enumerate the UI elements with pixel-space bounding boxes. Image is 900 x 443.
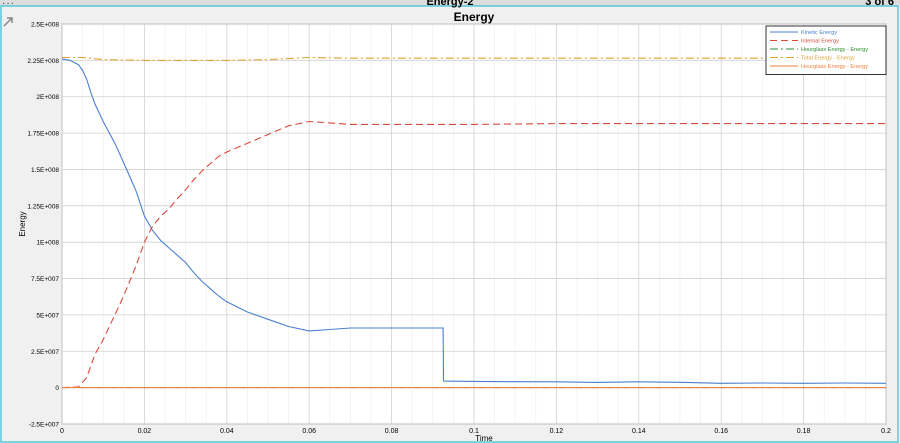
y-tick-label: 1E+008: [36, 240, 59, 247]
energy-chart: Energy0 0.02 0.04 0.06 0.08 0.1 0.12 0.14 0.16 0.…: [0, 5, 900, 443]
chart-title: Energy: [454, 10, 495, 24]
plot-window: Energy 0 0.02 0.04 0.06 0.08 0.1 0.12 0.14 0.16 0.…: [0, 0, 900, 443]
y-tick-label: 2.5E+008: [31, 22, 59, 29]
y-tick-label: 2.25E+008: [27, 58, 59, 65]
x-tick-label: 0.04: [220, 428, 234, 435]
legend-label-2: Hourglass Energy - Energy: [801, 47, 868, 53]
y-tick-label: 7.5E+007: [31, 276, 59, 283]
y-tick-label: 2E+008: [36, 94, 59, 101]
y-tick-label: 1.75E+008: [27, 131, 59, 138]
y-tick-label: 5E+007: [36, 312, 59, 319]
y-tick-label: 1.25E+008: [27, 203, 59, 210]
x-tick-label: 0.18: [797, 428, 811, 435]
x-tick-label: 0.14: [632, 428, 646, 435]
arrow-icon[interactable]: [2, 16, 14, 28]
window-title: Energy-2: [426, 0, 474, 8]
legend-label-4: Hourglass Energy - Energy: [801, 64, 868, 70]
x-tick-label: 0: [60, 428, 64, 435]
x-tick-label: 0.16: [714, 428, 728, 435]
x-tick-label: 0.2: [881, 428, 891, 435]
x-tick-label: 0.02: [138, 428, 152, 435]
y-tick-label: 1.5E+008: [31, 167, 59, 174]
page-indicator: 3 of 6: [865, 0, 894, 8]
x-axis-label: Time: [475, 434, 493, 443]
x-tick-label: 0.08: [385, 428, 399, 435]
legend-label-3: Total Energy - Energy: [801, 56, 855, 62]
y-axis-label: Energy: [18, 211, 27, 236]
y-tick-label: 2.5E+007: [31, 349, 59, 356]
legend-label-1: Internal Energy: [801, 39, 839, 45]
x-tick-label: 0.06: [302, 428, 316, 435]
y-tick-label: 0: [55, 385, 59, 392]
x-tick-label: 0.12: [550, 428, 564, 435]
legend-label-0: Kinetic Energy: [801, 30, 837, 36]
y-tick-label: -2.5E+007: [29, 422, 60, 429]
